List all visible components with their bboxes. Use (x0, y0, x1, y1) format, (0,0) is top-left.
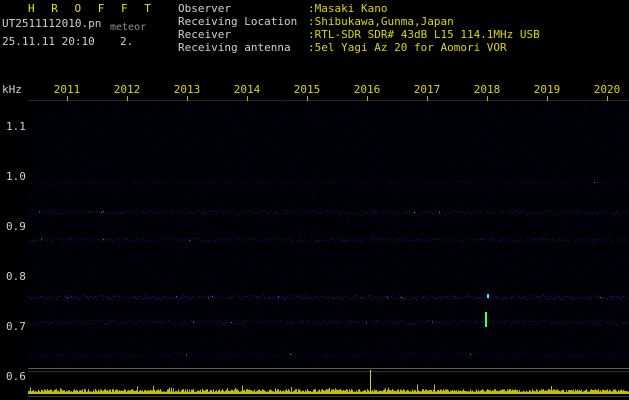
meta-label-location: Receiving Location (178, 15, 298, 28)
freq-tick-label: 1.1 (6, 120, 26, 133)
app-title: H R O F F T (28, 2, 156, 15)
meta-label-receiver: Receiver (178, 28, 231, 41)
time-tick-label: 2019 (533, 83, 561, 96)
time-tick-label: 2015 (293, 83, 321, 96)
time-tick-label: 2017 (413, 83, 441, 96)
time-tick-label: 2020 (593, 83, 621, 96)
meta-value-antenna: :5el Yagi Az 20 for Aomori VOR (308, 41, 507, 54)
observation-datetime: 25.11.11 20:10 (2, 35, 95, 48)
freq-axis: 1.1 1.0 0.9 0.8 0.7 0.6 (0, 96, 28, 386)
hrofft-output-image: H R O F F T UT2511112010.pn meteor 25.11… (0, 0, 629, 400)
time-tick-label: 2014 (233, 83, 261, 96)
header-counter: 2. (120, 35, 134, 48)
time-axis: 2011 2012 2013 2014 2015 2016 2017 2018 2019 2020 (0, 84, 629, 96)
time-tick-label: 2016 (353, 83, 381, 96)
time-tick-label: 2018 (473, 83, 501, 96)
freq-tick-label: 0.7 (6, 320, 26, 333)
meta-value-observer: :Masaki Kano (308, 2, 388, 15)
freq-tick-label: 0.6 (6, 370, 26, 383)
meta-label-antenna: Receiving antenna (178, 41, 291, 54)
meta-label-observer: Observer (178, 2, 231, 15)
freq-tick-label: 0.9 (6, 220, 26, 233)
meta-value-receiver: :RTL-SDR SDR# 43dB L15 114.1MHz USB (308, 28, 540, 41)
output-filename: UT2511112010.pn (2, 17, 102, 30)
time-tick-label: 2011 (53, 83, 81, 96)
signal-level-strip-canvas (28, 368, 629, 399)
spectrogram-canvas (28, 96, 629, 368)
filename-suffix: meteor (110, 22, 147, 33)
time-tick-label: 2012 (113, 83, 141, 96)
time-tick-label: 2013 (173, 83, 201, 96)
freq-tick-label: 1.0 (6, 170, 26, 183)
freq-tick-label: 0.8 (6, 270, 26, 283)
meta-value-location: :Shibukawa,Gunma,Japan (308, 15, 454, 28)
